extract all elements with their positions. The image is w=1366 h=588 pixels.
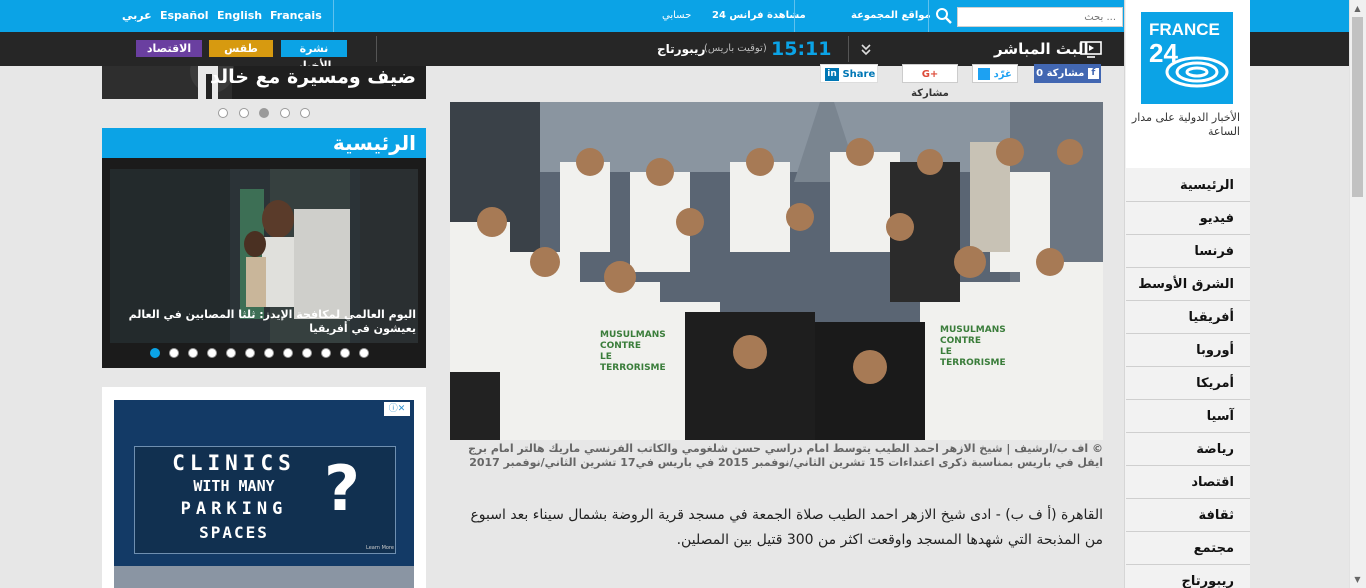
home-widget-title[interactable]: الرئيسية <box>102 128 426 158</box>
carousel-dot-active[interactable] <box>150 348 160 358</box>
shirt-word: MUSULMANS <box>940 325 1006 335</box>
nav-item-middle-east[interactable]: الشرق الأوسط <box>1126 268 1250 301</box>
article-body: القاهرة (أ ف ب) - ادى شيخ الازهر احمد ال… <box>470 507 1103 548</box>
nav-item-france[interactable]: فرنسا <box>1126 235 1250 268</box>
live-stream-label[interactable]: البث المباشر <box>994 32 1089 66</box>
lang-french-link[interactable]: Français <box>270 0 322 32</box>
photo-caption: © اف ب/ارشيف | شيخ الازهر احمد الطيب يتو… <box>468 442 1103 469</box>
carousel-dot-active[interactable] <box>259 108 269 118</box>
facebook-icon: f <box>1087 67 1099 79</box>
scroll-up-icon[interactable]: ▲ <box>1349 0 1366 17</box>
carousel-dot[interactable] <box>300 108 310 118</box>
google-plus-icon: G+ <box>921 69 939 80</box>
nav-item-africa[interactable]: أفريقيا <box>1126 301 1250 334</box>
shirt-word: TERRORISME <box>600 363 666 373</box>
main-nav: الرئيسية فيديو فرنسا الشرق الأوسط أفريقي… <box>1126 169 1250 588</box>
nav-item-home[interactable]: الرئيسية <box>1126 169 1250 202</box>
nav-item-america[interactable]: أمريكا <box>1126 367 1250 400</box>
lang-english-link[interactable]: English <box>217 0 262 32</box>
search-input[interactable] <box>957 7 1123 27</box>
carousel-dot[interactable] <box>245 348 255 358</box>
ad-image-strip <box>114 566 414 588</box>
carousel-dot[interactable] <box>280 108 290 118</box>
twitter-share-button[interactable]: غرّد <box>972 64 1018 83</box>
nav-item-sports[interactable]: رياضة <box>1126 433 1250 466</box>
my-account-link[interactable]: حسابي <box>662 0 691 32</box>
nav-item-europe[interactable]: أوروبا <box>1126 334 1250 367</box>
carousel-dot[interactable] <box>218 108 228 118</box>
group-sites-link[interactable]: مواقع المجموعة <box>851 0 931 32</box>
top-banner[interactable]: ضيف ومسيرة مع خالد <box>102 66 426 99</box>
google-share-button[interactable]: G+ مشاركة <box>902 64 958 99</box>
tv-icon[interactable] <box>1080 41 1102 61</box>
search-icon[interactable] <box>934 6 954 26</box>
ad-line: SPACES <box>199 523 269 542</box>
carousel-dot[interactable] <box>169 348 179 358</box>
time-note: (توقيت باريس) <box>704 43 767 54</box>
brand-tagline: الأخبار الدولية على مدار الساعة <box>1131 111 1240 138</box>
home-carousel-dots <box>150 348 370 360</box>
nav-item-society[interactable]: مجتمع <box>1126 532 1250 565</box>
carousel-dot[interactable] <box>359 348 369 358</box>
reportage-label[interactable]: ريبورتاج <box>657 32 705 66</box>
shirt-word: MUSULMANS <box>600 330 666 340</box>
carousel-dot[interactable] <box>302 348 312 358</box>
lang-spanish-link[interactable]: Español <box>160 0 209 32</box>
scrollbar-thumb[interactable] <box>1352 17 1363 197</box>
carousel-dot[interactable] <box>239 108 249 118</box>
lang-arabic-link[interactable]: عربي <box>122 0 152 32</box>
divider <box>794 0 795 32</box>
ad-question-mark: ? <box>324 452 360 525</box>
ad-info-icon[interactable]: ⓘ✕ <box>384 402 410 416</box>
divider <box>376 36 377 62</box>
ad-line: PARKING <box>180 499 288 519</box>
nav-item-economy[interactable]: اقتصاد <box>1126 466 1250 499</box>
carousel-dot[interactable] <box>188 348 198 358</box>
tag-news-bulletin[interactable]: نشرة الأخبار <box>281 40 347 72</box>
twitter-label: غرّد <box>993 69 1012 80</box>
google-label: مشاركة <box>911 88 949 99</box>
shirt-word: LE <box>600 352 612 362</box>
chevron-down-icon[interactable] <box>860 32 872 66</box>
twitter-icon <box>978 68 991 80</box>
linkedin-label: Share <box>842 69 876 80</box>
carousel-dot[interactable] <box>340 348 350 358</box>
carousel-dot[interactable] <box>207 348 217 358</box>
ad-footer[interactable]: Learn More <box>366 545 394 551</box>
watch-france24-link[interactable]: مشاهدة فرانس 24 <box>712 0 806 32</box>
scroll-down-icon[interactable]: ▼ <box>1349 571 1366 588</box>
ad-line: WITH MANY <box>193 477 275 495</box>
carousel-dot[interactable] <box>283 348 293 358</box>
france24-logo[interactable]: FRANCE 24 <box>1141 12 1233 104</box>
home-featured-caption[interactable]: اليوم العالمي لمكافحة الإيدز: ثلثا المصا… <box>112 308 416 336</box>
nav-item-asia[interactable]: آسيا <box>1126 400 1250 433</box>
divider <box>928 0 929 32</box>
divider <box>848 36 849 62</box>
article-photo: MUSULMANS CONTRE LE TERRORISME MUSULMANS CON… <box>450 102 1103 440</box>
carousel-dot[interactable] <box>321 348 331 358</box>
logo-rings-icon <box>1165 56 1229 88</box>
shirt-word: TERRORISME <box>940 358 1006 368</box>
advertisement[interactable]: ⓘ✕ CLINICS WITH MANY PARKING SPACES ? Le… <box>114 400 414 588</box>
shirt-word: CONTRE <box>600 341 641 351</box>
nav-item-culture[interactable]: ثقافة <box>1126 499 1250 532</box>
nav-item-reportage[interactable]: ريبورتاج <box>1126 565 1250 588</box>
carousel-dot[interactable] <box>226 348 236 358</box>
paris-time: 15:11 <box>771 38 832 60</box>
linkedin-share-button[interactable]: in Share <box>820 64 878 83</box>
divider <box>333 0 334 32</box>
banner-title: ضيف ومسيرة مع خالد <box>210 66 416 88</box>
nav-item-video[interactable]: فيديو <box>1126 202 1250 235</box>
tag-weather[interactable]: طقس <box>209 40 273 57</box>
shirt-word: LE <box>940 347 952 357</box>
carousel-dot[interactable] <box>264 348 274 358</box>
ad-line: CLINICS <box>172 451 296 475</box>
banner-carousel-dots <box>218 108 314 120</box>
shirt-word: CONTRE <box>940 336 981 346</box>
facebook-label: مشاركة 0 <box>1036 68 1085 79</box>
tag-economy[interactable]: الاقتصاد <box>136 40 202 57</box>
facebook-share-button[interactable]: مشاركة 0 f <box>1034 64 1101 83</box>
linkedin-icon: in <box>825 67 839 81</box>
